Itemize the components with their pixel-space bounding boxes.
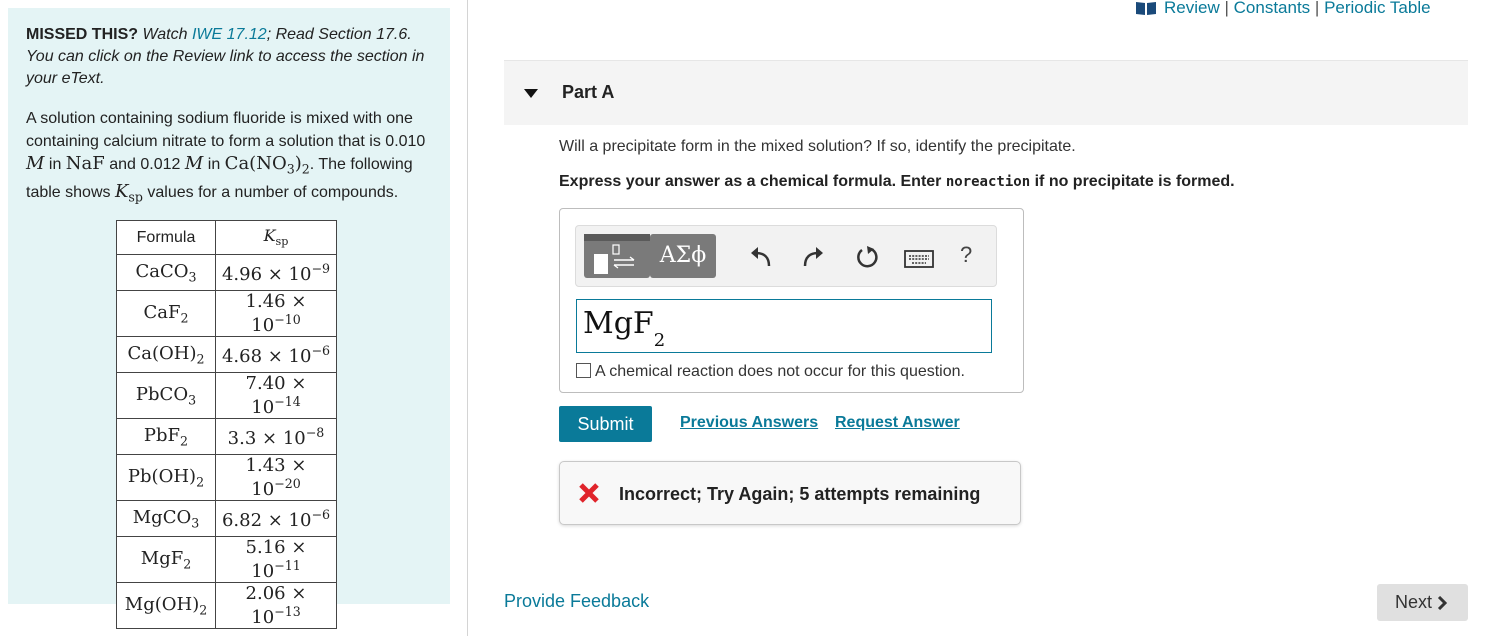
ksp-value-cell: 1.43 × 10−20 [215,454,337,501]
no-reaction-option[interactable]: A chemical reaction does not occur for t… [576,363,965,381]
column-divider [467,0,468,636]
formula-cell: Mg(OH)2 [116,582,216,629]
greek-symbols-button[interactable]: ΑΣϕ [650,234,716,278]
next-button[interactable]: Next [1377,584,1468,621]
undo-icon[interactable] [748,244,774,270]
problem-panel: MISSED THIS? Watch IWE 17.12; Read Secti… [8,8,450,629]
ksp-table: Formula Ksp CaCO3 4.96 × 10−9 CaF2 1.46 × 1… [116,220,337,629]
no-reaction-checkbox[interactable] [576,363,591,378]
table-row: PbCO3 7.40 × 10−14 [116,372,337,419]
problem-text: A solution containing sodium fluoride is… [26,110,426,150]
ksp-value-cell: 4.96 × 10−9 [215,254,337,291]
provide-feedback-link[interactable]: Provide Feedback [504,591,649,612]
review-link[interactable]: Review [1164,0,1220,17]
formula-cell: MgF2 [116,536,216,583]
table-row: PbF2 3.3 × 10−8 [116,418,337,455]
ksp-table-body: CaCO3 4.96 × 10−9 CaF2 1.46 × 10−10 Ca(OH)2 4… [116,254,337,629]
ksp-value-cell: 6.82 × 10−6 [215,500,337,537]
formula-cell: Ca(OH)2 [116,336,216,373]
top-links: Review | Constants | Periodic Table [1136,0,1431,18]
missed-watch: Watch [142,26,188,43]
formula-cell: PbCO3 [116,372,216,419]
ksp-symbol: Ksp [114,181,143,205]
next-label: Next [1395,592,1433,612]
feedback-message: Incorrect; Try Again; 5 attempts remaini… [619,484,981,504]
ksp-value-cell: 1.46 × 10−10 [215,290,337,337]
link-separator: | [1314,0,1320,17]
table-row: CaF2 1.46 × 10−10 [116,290,337,337]
chevron-right-icon [1437,596,1447,610]
table-row: Ca(OH)2 4.68 × 10−6 [116,336,337,373]
answer-box: ΑΣϕ ? MgF2 A chemical reaction does not … [559,208,1024,393]
keyboard-icon[interactable] [904,246,934,272]
math-toolbar: ΑΣϕ ? [575,225,997,287]
molarity-unit: M [26,153,45,174]
ksp-value-cell: 7.40 × 10−14 [215,372,337,419]
formula-cell: MgCO3 [116,500,216,537]
constants-link[interactable]: Constants [1234,0,1311,17]
molarity-unit: M [184,153,204,174]
naf-formula: NaF [65,153,105,174]
link-separator: | [1224,0,1229,17]
redo-icon[interactable] [800,244,826,270]
calcium-nitrate-formula: Ca(NO3)2 [224,153,310,177]
problem-statement: A solution containing sodium fluoride is… [26,108,440,209]
help-icon[interactable]: ? [960,242,986,268]
feedback-box: Incorrect; Try Again; 5 attempts remaini… [559,461,1021,525]
book-icon [1136,2,1156,15]
problem-text: in [48,156,62,173]
header-ksp: Ksp [215,220,337,255]
no-reaction-label: A chemical reaction does not occur for t… [595,363,965,380]
ksp-value-cell: 5.16 × 10−11 [215,536,337,583]
answer-value: MgF2 [583,306,666,351]
problem-text: in [207,156,221,173]
table-row: Mg(OH)2 2.06 × 10−13 [116,582,337,629]
previous-answers-link[interactable]: Previous Answers [680,414,818,432]
part-title: Part A [562,82,615,102]
iwe-link[interactable]: IWE 17.12 [192,26,267,43]
part-header[interactable]: Part A [504,60,1468,125]
instruction-post: if no precipitate is formed. [1034,173,1235,190]
missed-this-hint: MISSED THIS? Watch IWE 17.12; Read Secti… [26,24,440,90]
periodic-table-link[interactable]: Periodic Table [1324,0,1430,17]
instruction-pre: Express your answer as a chemical formul… [559,173,942,190]
problem-text: values for a number of compounds. [147,184,399,202]
missed-label: MISSED THIS? [26,26,139,43]
table-header-row: Formula Ksp [116,220,337,255]
template-icon[interactable] [584,234,650,278]
instruction-text: Express your answer as a chemical formul… [559,173,1235,191]
ksp-value-cell: 2.06 × 10−13 [215,582,337,629]
reset-icon[interactable] [854,244,880,270]
instruction-code: noreaction [945,174,1031,190]
ksp-value-cell: 3.3 × 10−8 [215,418,337,455]
formula-cell: PbF2 [116,418,216,455]
formula-cell: CaCO3 [116,254,216,291]
formula-cell: Pb(OH)2 [116,454,216,501]
request-answer-link[interactable]: Request Answer [835,414,960,432]
problem-text: and 0.012 [109,156,181,173]
collapse-triangle-icon[interactable] [524,89,538,98]
header-formula: Formula [116,220,216,255]
table-row: CaCO3 4.96 × 10−9 [116,254,337,291]
table-row: MgCO3 6.82 × 10−6 [116,500,337,537]
question-text: Will a precipitate form in the mixed sol… [559,138,1076,155]
table-row: MgF2 5.16 × 10−11 [116,536,337,583]
answer-input[interactable]: MgF2 [576,299,992,353]
formula-cell: CaF2 [116,290,216,337]
error-x-icon [579,483,599,503]
table-row: Pb(OH)2 1.43 × 10−20 [116,454,337,501]
ksp-value-cell: 4.68 × 10−6 [215,336,337,373]
submit-button[interactable]: Submit [559,406,652,442]
